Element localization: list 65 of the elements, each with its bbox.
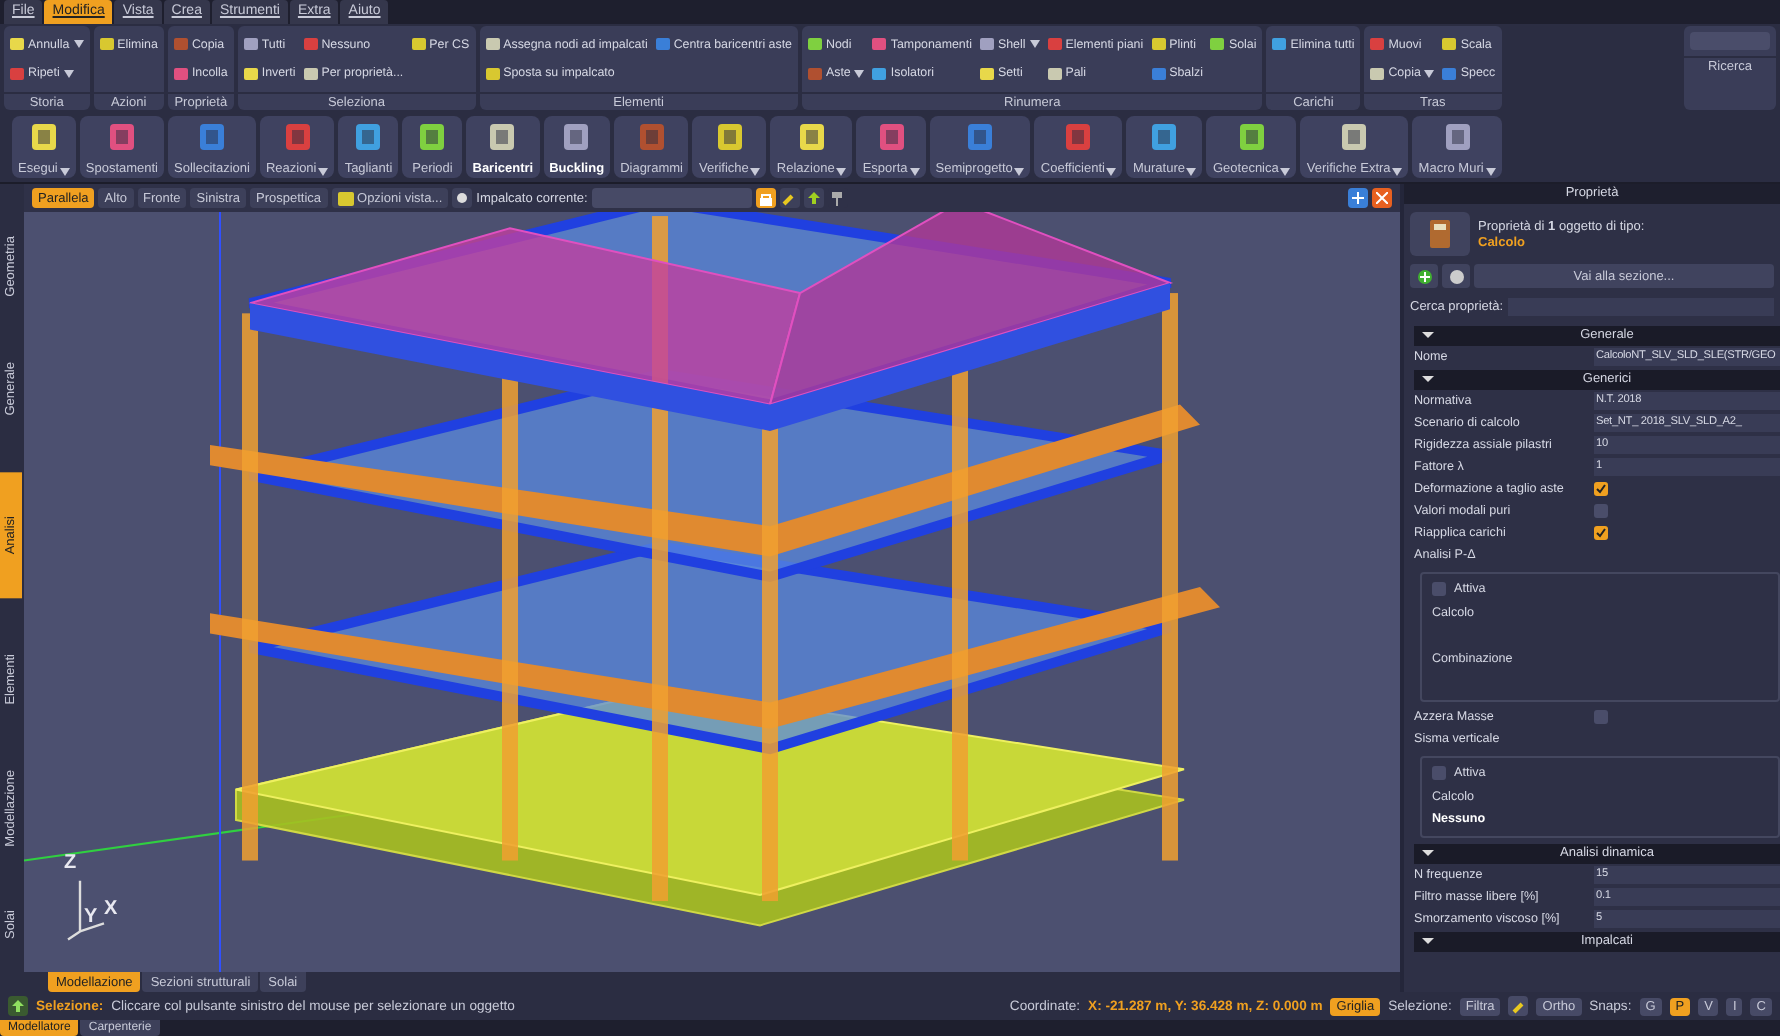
tool-icon: [243, 38, 258, 51]
tool-icon: [10, 38, 24, 51]
tool-icon: [485, 38, 500, 51]
plus-icon: [1417, 269, 1431, 283]
collapse-icon: [1422, 850, 1434, 857]
wrench-icon: [782, 191, 797, 205]
axis-label: Z: [64, 852, 77, 874]
tool-icon: [872, 38, 887, 51]
tool-icon: [872, 67, 887, 80]
tool-icon: [303, 67, 318, 80]
tool-icon: [1370, 67, 1385, 80]
pin-button[interactable]: [827, 188, 848, 208]
tool-icon: [303, 38, 318, 51]
tool-icon: [485, 67, 500, 80]
tool-icon: [979, 67, 994, 80]
tool-icon: [1047, 38, 1062, 51]
collapse-icon: [1422, 332, 1434, 339]
navigate-button[interactable]: [1442, 264, 1470, 288]
tool-icon: [807, 67, 822, 80]
add-button[interactable]: [1410, 264, 1438, 288]
checkbox[interactable]: [1594, 504, 1608, 519]
tool-icon: [173, 38, 188, 51]
calculator-button[interactable]: [1410, 212, 1470, 256]
lock-icon: [759, 191, 772, 205]
axis-label: Y: [84, 906, 98, 928]
checkbox[interactable]: [1594, 482, 1608, 497]
axis-triad-icon: [66, 879, 106, 941]
lock-button[interactable]: [755, 188, 776, 208]
tool-icon: [1151, 38, 1166, 51]
floor-button[interactable]: [803, 188, 824, 208]
tool-icon: [10, 67, 24, 80]
tool-icon: [99, 38, 114, 51]
close-icon: [1376, 192, 1388, 204]
tool-icon: [243, 67, 258, 80]
tool-icon: [807, 38, 822, 51]
pin-icon: [832, 191, 843, 205]
add-view-button[interactable]: [1348, 188, 1368, 208]
tool-icon: [173, 67, 188, 80]
tool-icon: [1442, 67, 1457, 80]
wrench-button[interactable]: [1508, 996, 1529, 1016]
model-viewport[interactable]: Z Y X: [24, 212, 1400, 972]
checkbox[interactable]: [1432, 582, 1446, 597]
tool-icon: [979, 38, 994, 51]
tool-icon: [1210, 38, 1225, 51]
collapse-icon: [1422, 938, 1434, 945]
tool-icon: [1370, 38, 1385, 51]
tool-icon: [655, 38, 670, 51]
light-button[interactable]: [452, 188, 473, 208]
collapse-icon: [1422, 376, 1434, 383]
checkbox[interactable]: [1594, 526, 1608, 541]
wrench-button[interactable]: [779, 188, 800, 208]
checkbox[interactable]: [1432, 766, 1446, 781]
options-icon: [337, 191, 354, 205]
calculator-icon: [1430, 220, 1450, 248]
wrench-icon: [1511, 999, 1526, 1013]
tool-icon: [1272, 38, 1287, 51]
tool-icon: [1442, 38, 1457, 51]
plus-icon: [1352, 192, 1364, 204]
status-button[interactable]: [8, 996, 28, 1016]
tool-icon: [411, 38, 426, 51]
close-button[interactable]: [1372, 188, 1392, 208]
tool-icon: [1047, 67, 1062, 80]
axis-label: X: [104, 898, 118, 920]
tool-icon: [1151, 67, 1166, 80]
checkbox[interactable]: [1594, 710, 1608, 725]
